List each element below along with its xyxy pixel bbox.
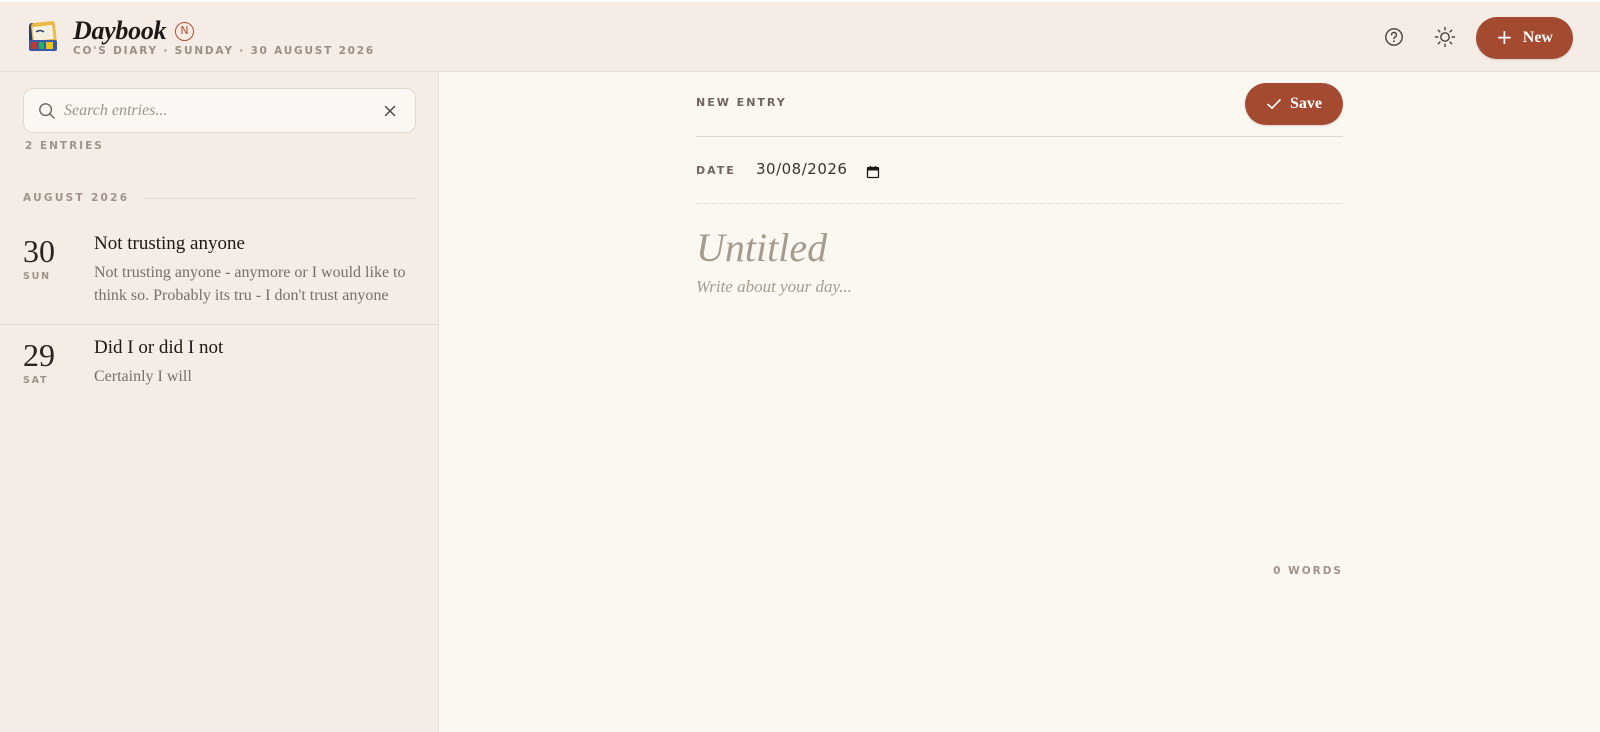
month-group-header: AUGUST 2026	[23, 190, 416, 206]
entry-list-item[interactable]: 30 SUN Not trusting anyone Not trusting …	[0, 221, 438, 325]
check-icon	[1267, 99, 1281, 109]
editor-divider	[696, 136, 1343, 137]
entry-excerpt: Not trusting anyone - anymore or I would…	[94, 264, 406, 304]
entry-title-input[interactable]	[696, 221, 1343, 273]
calendar-icon[interactable]	[866, 164, 880, 179]
app-badge: N	[175, 22, 194, 41]
save-button-label: Save	[1290, 95, 1322, 112]
entry-body-textarea[interactable]	[696, 277, 1343, 547]
entry-day-number: 29	[23, 337, 55, 373]
clear-search-close-icon[interactable]	[382, 103, 398, 119]
search-input[interactable]	[64, 89, 374, 132]
save-button[interactable]: Save	[1245, 83, 1343, 125]
date-label: DATE	[696, 164, 736, 177]
entry-list-item[interactable]: 29 SAT Did I or did I not Certainly I wi…	[0, 325, 438, 415]
new-entry-heading: NEW ENTRY	[696, 96, 787, 109]
help-icon[interactable]	[1383, 26, 1405, 48]
diary-logo-icon	[26, 20, 60, 54]
month-divider	[143, 197, 416, 199]
search-icon	[38, 102, 56, 120]
new-entry-button-label: New	[1522, 29, 1553, 46]
entry-editor: NEW ENTRY Save DATE 30/08/2026 0 WORDS	[439, 72, 1600, 732]
entry-excerpt: Certainly I will	[94, 368, 192, 385]
entry-title: Did I or did I not	[94, 337, 224, 358]
entry-weekday: SAT	[23, 375, 49, 386]
new-entry-button[interactable]: + New	[1476, 17, 1573, 59]
date-input[interactable]: 30/08/2026	[756, 160, 847, 178]
month-label: AUGUST 2026	[23, 192, 130, 204]
word-count: 0 WORDS	[1273, 565, 1343, 577]
diary-subtitle: CO'S DIARY · SUNDAY · 30 AUGUST 2026	[73, 45, 375, 57]
entry-count: 2 ENTRIES	[25, 140, 104, 152]
entry-title: Not trusting anyone	[94, 233, 245, 254]
entry-day-number: 30	[23, 233, 55, 269]
search-box	[23, 88, 416, 133]
date-divider	[696, 203, 1343, 204]
plus-icon: +	[1496, 25, 1513, 49]
theme-toggle-sun-icon[interactable]	[1434, 26, 1456, 48]
app-title: Daybook	[73, 16, 167, 45]
entry-weekday: SUN	[23, 271, 51, 282]
app-header: Daybook N CO'S DIARY · SUNDAY · 30 AUGUS…	[0, 0, 1600, 72]
sidebar: 2 ENTRIES AUGUST 2026 30 SUN Not trustin…	[0, 72, 439, 732]
